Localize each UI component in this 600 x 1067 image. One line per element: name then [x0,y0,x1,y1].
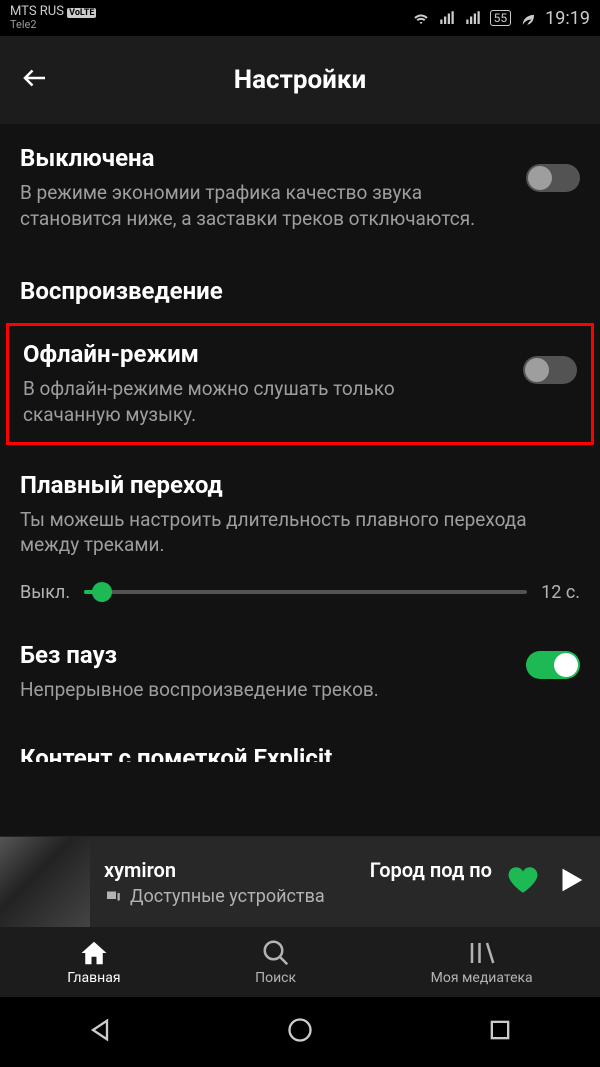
setting-crossfade: Плавный переход Ты можешь настроить длит… [20,451,580,621]
setting-data-saver: Выключена В режиме экономии трафика каче… [20,124,580,249]
setting-desc: В офлайн-режиме можно слушать только ска… [23,376,577,427]
android-nav [0,997,600,1067]
play-button[interactable] [554,863,588,901]
leaf-icon [519,9,537,27]
setting-title: Плавный переход [20,471,580,499]
setting-explicit-truncated: Контент с пометкой Explicit [20,720,580,762]
play-icon [554,863,588,897]
triangle-back-icon [86,1016,114,1044]
bottom-nav: Главная Поиск Моя медиатека [0,927,600,997]
now-playing-bar[interactable]: xymiron Город под по Доступные устройств… [0,837,600,927]
highlight-offline: Офлайн-режим В офлайн-режиме можно слуша… [6,323,594,444]
page-title: Настройки [234,65,366,95]
app-header: Настройки [0,36,600,124]
wifi-icon [412,9,430,27]
setting-desc: В режиме экономии трафика качество звука… [20,180,580,231]
back-button[interactable] [20,63,50,97]
nav-label: Главная [67,970,120,986]
crossfade-slider-row: Выкл. 12 с. [20,582,580,603]
devices-label: Доступные устройства [130,886,325,907]
nav-search[interactable]: Поиск [255,938,296,986]
settings-content: Выключена В режиме экономии трафика каче… [0,124,600,882]
library-icon [467,938,497,968]
slider-min-label: Выкл. [20,582,70,603]
setting-title: Офлайн-режим [23,340,577,368]
circle-home-icon [286,1016,314,1044]
nav-label: Поиск [255,970,296,986]
gapless-toggle[interactable] [526,651,580,679]
setting-offline: Офлайн-режим В офлайн-режиме можно слуша… [23,334,577,433]
artist-label: xymiron [104,858,176,882]
offline-toggle[interactable] [523,356,577,384]
track-label: Город под по [370,858,492,882]
heart-icon [506,863,540,897]
devices-row[interactable]: Доступные устройства [104,886,492,907]
nav-label: Моя медиатека [431,970,533,986]
slider-thumb[interactable] [92,582,112,602]
nav-home[interactable]: Главная [67,938,120,986]
data-saver-toggle[interactable] [526,164,580,192]
home-icon [79,938,109,968]
devices-icon [104,887,122,905]
crossfade-slider[interactable] [84,590,527,594]
search-icon [261,938,291,968]
subcarrier-label: Tele2 [10,19,96,31]
arrow-left-icon [20,63,50,93]
slider-max-label: 12 с. [541,582,580,603]
android-recent-button[interactable] [486,1016,514,1048]
setting-title: Без пауз [20,641,580,669]
setting-gapless: Без пауз Непрерывное воспроизведение тре… [20,621,580,721]
clock-label: 19:19 [545,8,590,29]
battery-indicator: 55 [490,10,512,26]
setting-title: Выключена [20,144,580,172]
volte-badge: VoLTE [67,8,96,18]
album-art [0,837,90,927]
setting-desc: Ты можешь настроить длительность плавног… [20,507,580,558]
android-home-button[interactable] [286,1016,314,1048]
signal-icon-2 [464,9,482,27]
nav-library[interactable]: Моя медиатека [431,938,533,986]
carrier-label: MTS RUS [10,4,64,19]
like-button[interactable] [506,863,540,901]
setting-desc: Непрерывное воспроизведение треков. [20,677,580,703]
section-playback-header: Воспроизведение [20,249,580,317]
status-bar: MTS RUS VoLTE Tele2 55 19:19 [0,0,600,36]
signal-icon [438,9,456,27]
square-recent-icon [486,1016,514,1044]
android-back-button[interactable] [86,1016,114,1048]
now-playing-info: xymiron Город под по Доступные устройств… [104,858,492,907]
